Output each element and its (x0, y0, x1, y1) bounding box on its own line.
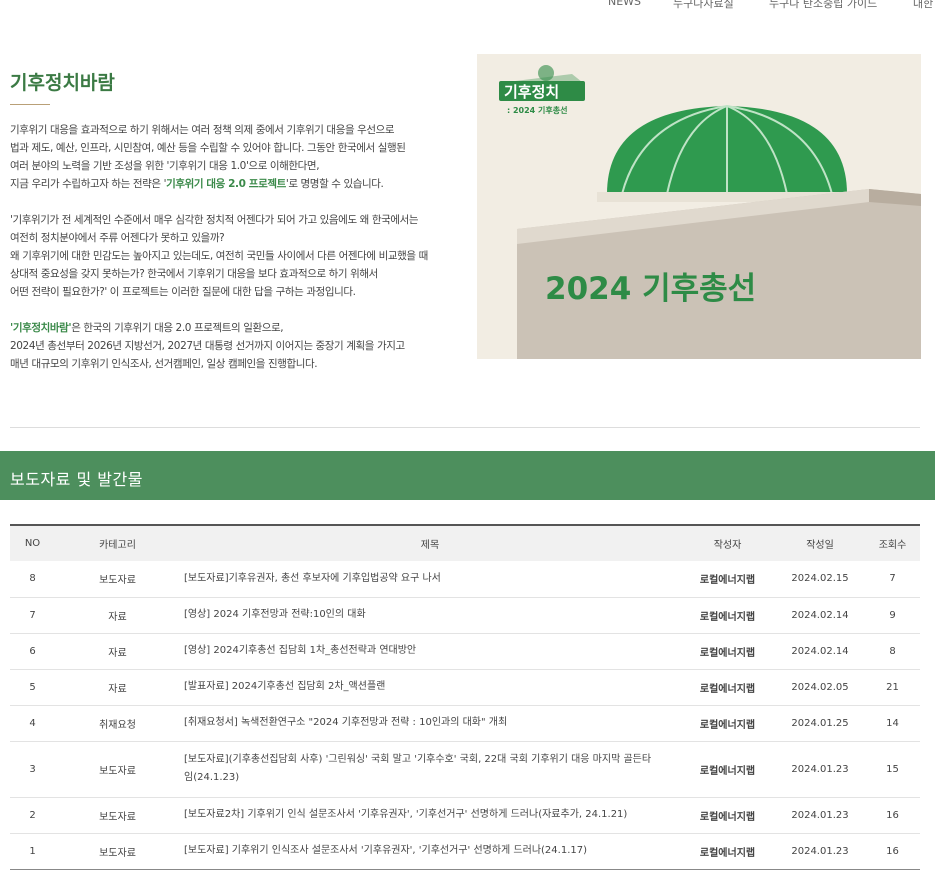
intro-line: 기후위기 대응을 효과적으로 하기 위해서는 여러 정책 의제 중에서 기후위기… (10, 124, 395, 136)
section-title: 보도자료 및 발간물 (10, 470, 143, 489)
nav-item-more[interactable]: 대한 (913, 0, 933, 11)
cell-author: 로컬에너지랩 (680, 705, 775, 742)
highlight-brand-name: '기후정치바람' (10, 322, 72, 334)
logo-subtext: : 2024 기후총선 (507, 105, 567, 115)
post-title-link[interactable]: [영상] 2024기후총선 집담회 1차_총선전략과 연대방안 (180, 633, 680, 670)
page-title: 기후정치바람 (10, 72, 115, 94)
cell-views: 8 (865, 633, 920, 670)
cell-category: 보도자료 (55, 561, 180, 598)
cell-views: 9 (865, 597, 920, 634)
cell-no: 2 (10, 797, 55, 834)
cell-category: 자료 (55, 669, 180, 706)
intro-line: 여전히 정치분야에서 주류 어젠다가 못하고 있을까? (10, 232, 225, 244)
intro-line: 여러 분야의 노력을 기반 조성을 위한 '기후위기 대응 1.0'으로 이해한… (10, 160, 320, 172)
table-header-row: NO 카테고리 제목 작성자 작성일 조회수 (10, 525, 920, 561)
table-row[interactable]: 6 자료 [영상] 2024기후총선 집담회 1차_총선전략과 연대방안 로컬에… (10, 633, 920, 670)
intro-line: 상대적 중요성을 갖지 못하는가? 한국에서 기후위기 대응을 보다 효과적으로… (10, 268, 378, 280)
cell-date: 2024.02.14 (775, 633, 865, 670)
post-title-link[interactable]: [보도자료](기후총선집담회 사후) '그린워싱' 국회 말고 '기후수호' 국… (180, 741, 680, 798)
cell-views: 15 (865, 741, 920, 798)
table-row[interactable]: 1 보도자료 [보도자료] 기후위기 인식조사 설문조사서 '기후유권자', '… (10, 833, 920, 870)
cell-date: 2024.01.25 (775, 705, 865, 742)
col-header-title: 제목 (420, 540, 440, 551)
cell-author: 로컬에너지랩 (680, 597, 775, 634)
logo-text: 기후정치 (504, 83, 559, 101)
cell-category: 취재요청 (55, 705, 180, 742)
section-banner: 보도자료 및 발간물 (0, 451, 935, 500)
highlight-project-name: 기후위기 대응 2.0 프로젝트 (166, 178, 286, 190)
post-title-link[interactable]: [영상] 2024 기후전망과 전략:10인의 대화 (180, 597, 680, 634)
cell-no: 7 (10, 597, 55, 634)
intro-text-fragment: 지금 우리가 수립하고자 하는 전략은 ' (10, 178, 167, 190)
cell-category: 자료 (55, 633, 180, 670)
col-header-author: 작성자 (713, 540, 742, 551)
cell-no: 6 (10, 633, 55, 670)
cell-date: 2024.02.14 (775, 597, 865, 634)
nav-item-news[interactable]: NEWS (608, 0, 641, 8)
poster-headline: 2024 기후총선 (545, 271, 756, 307)
intro-text: 기후위기 대응을 효과적으로 하기 위해서는 여러 정책 의제 중에서 기후위기… (10, 121, 460, 391)
cell-date: 2024.01.23 (775, 797, 865, 834)
cell-views: 21 (865, 669, 920, 706)
poster-illustration: 2024 기후총선 기후정치 : 2024 기후총선 (477, 54, 921, 359)
table-row[interactable]: 2 보도자료 [보도자료2차] 기후위기 인식 설문조사서 '기후유권자', '… (10, 797, 920, 834)
cell-views: 16 (865, 833, 920, 870)
cell-views: 7 (865, 561, 920, 598)
cell-category: 보도자료 (55, 797, 180, 834)
campaign-poster: 2024 기후총선 기후정치 : 2024 기후총선 (477, 54, 921, 359)
intro-text-fragment: '로 명명할 수 있습니다. (285, 178, 384, 190)
intro-line: 매년 대규모의 기후위기 인식조사, 선거캠페인, 일상 캠페인을 진행합니다. (10, 358, 318, 370)
nav-item-archive[interactable]: 누구나자료실 (673, 0, 734, 11)
intro-line: '기후정치바람'은 한국의 기후위기 대응 2.0 프로젝트의 일환으로, (10, 319, 460, 337)
press-release-table: NO 카테고리 제목 작성자 작성일 조회수 8 보도자료 [보도자료]기후유권… (10, 524, 920, 870)
table-row[interactable]: 8 보도자료 [보도자료]기후유권자, 총선 후보자에 기후입법공약 요구 나서… (10, 561, 920, 598)
col-header-no: NO (24, 538, 41, 549)
cell-no: 1 (10, 833, 55, 870)
post-title-link[interactable]: [발표자료] 2024기후총선 집담회 2차_액션플랜 (180, 669, 680, 706)
cell-author: 로컬에너지랩 (680, 561, 775, 598)
title-underline (10, 104, 50, 105)
table-row[interactable]: 4 취재요청 [취재요청서] 녹색전환연구소 "2024 기후전망과 전략 : … (10, 705, 920, 742)
nav-item-carbon-guide[interactable]: 누구나 탄소중립 가이드 (769, 0, 877, 11)
intro-line: 지금 우리가 수립하고자 하는 전략은 '기후위기 대응 2.0 프로젝트'로 … (10, 175, 460, 193)
col-header-category: 카테고리 (99, 540, 136, 551)
cell-no: 3 (10, 741, 55, 798)
post-title-link[interactable]: [취재요청서] 녹색전환연구소 "2024 기후전망과 전략 : 10인과의 대… (180, 705, 680, 742)
table-row[interactable]: 3 보도자료 [보도자료](기후총선집담회 사후) '그린워싱' 국회 말고 '… (10, 741, 920, 798)
col-header-views: 조회수 (878, 540, 907, 551)
cell-date: 2024.01.23 (775, 741, 865, 798)
cell-date: 2024.02.05 (775, 669, 865, 706)
post-title-link[interactable]: [보도자료] 기후위기 인식조사 설문조사서 '기후유권자', '기후선거구' … (180, 833, 680, 870)
cell-views: 14 (865, 705, 920, 742)
section-divider (10, 427, 920, 428)
post-title-link[interactable]: [보도자료]기후유권자, 총선 후보자에 기후입법공약 요구 나서 (180, 561, 680, 598)
cell-no: 5 (10, 669, 55, 706)
cell-date: 2024.02.15 (775, 561, 865, 598)
cell-author: 로컬에너지랩 (680, 669, 775, 706)
table-row[interactable]: 5 자료 [발표자료] 2024기후총선 집담회 2차_액션플랜 로컬에너지랩 … (10, 669, 920, 706)
cell-author: 로컬에너지랩 (680, 797, 775, 834)
col-header-date: 작성일 (806, 540, 834, 551)
cell-author: 로컬에너지랩 (680, 833, 775, 870)
intro-line: '기후위기가 전 세계적인 수준에서 매우 심각한 정치적 어젠다가 되어 가고… (10, 214, 419, 226)
cell-author: 로컬에너지랩 (680, 741, 775, 798)
cell-category: 자료 (55, 597, 180, 634)
cell-category: 보도자료 (55, 741, 180, 798)
intro-paragraph-2: '기후위기가 전 세계적인 수준에서 매우 심각한 정치적 어젠다가 되어 가고… (10, 211, 460, 301)
intro-line: 왜 기후위기에 대한 민감도는 높아지고 있는데도, 여전히 국민들 사이에서 … (10, 250, 428, 262)
table-row[interactable]: 7 자료 [영상] 2024 기후전망과 전략:10인의 대화 로컬에너지랩 2… (10, 597, 920, 634)
intro-line: 2024년 총선부터 2026년 지방선거, 2027년 대통령 선거까지 이어… (10, 340, 405, 352)
cell-category: 보도자료 (55, 833, 180, 870)
intro-paragraph-3: '기후정치바람'은 한국의 기후위기 대응 2.0 프로젝트의 일환으로, 20… (10, 319, 460, 373)
cell-author: 로컬에너지랩 (680, 633, 775, 670)
intro-line: 어떤 전략이 필요한가?' 이 프로젝트는 이러한 질문에 대한 답을 구하는 … (10, 286, 356, 298)
cell-no: 8 (10, 561, 55, 598)
post-title-link[interactable]: [보도자료2차] 기후위기 인식 설문조사서 '기후유권자', '기후선거구' … (180, 797, 680, 834)
intro-text-fragment: 은 한국의 기후위기 대응 2.0 프로젝트의 일환으로, (71, 322, 284, 334)
cell-no: 4 (10, 705, 55, 742)
intro-paragraph-1: 기후위기 대응을 효과적으로 하기 위해서는 여러 정책 의제 중에서 기후위기… (10, 121, 460, 193)
intro-line: 법과 제도, 예산, 인프라, 시민참여, 예산 등을 수립할 수 있어야 합니… (10, 142, 406, 154)
cell-date: 2024.01.23 (775, 833, 865, 870)
cell-views: 16 (865, 797, 920, 834)
